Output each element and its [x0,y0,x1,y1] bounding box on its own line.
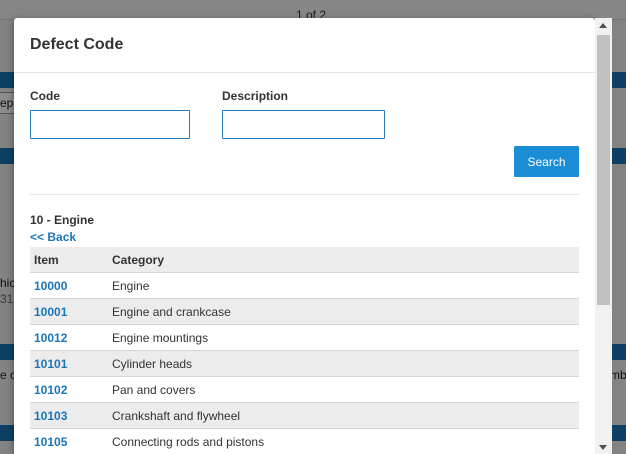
column-header-item: Item [30,247,108,273]
category-cell: Connecting rods and pistons [108,428,579,454]
table-row: 10012 Engine mountings [30,324,579,351]
description-input[interactable] [222,110,385,139]
scroll-down-arrow-icon[interactable] [599,445,607,450]
scrollbar-thumb[interactable] [597,35,610,305]
search-button[interactable]: Search [514,146,579,177]
category-cell: Engine mountings [108,324,579,351]
item-link[interactable]: 10103 [34,409,67,423]
item-link[interactable]: 10102 [34,383,67,397]
group-title: 10 - Engine [30,213,95,227]
table-row: 10105 Connecting rods and pistons [30,428,579,454]
category-cell: Crankshaft and flywheel [108,402,579,429]
table-row: 10001 Engine and crankcase [30,298,579,325]
back-link[interactable]: << Back [30,230,76,244]
modal-title: Defect Code [30,36,124,53]
code-label: Code [30,89,60,103]
scrollbar[interactable] [595,18,612,454]
item-link[interactable]: 10101 [34,357,67,371]
item-cell: 10105 [30,428,108,454]
table-row: 10103 Crankshaft and flywheel [30,402,579,429]
item-cell: 10102 [30,376,108,403]
scroll-up-arrow-icon[interactable] [599,23,607,28]
item-link[interactable]: 10012 [34,331,67,345]
table-row: 10102 Pan and covers [30,376,579,403]
item-cell: 10103 [30,402,108,429]
divider [30,194,579,195]
category-cell: Engine [108,272,579,299]
category-cell: Engine and crankcase [108,298,579,325]
defect-code-modal: Defect Code Code Description Search 10 -… [14,18,595,454]
item-cell: 10101 [30,350,108,377]
modal-header: Defect Code [14,18,595,73]
item-link[interactable]: 10000 [34,279,67,293]
item-link[interactable]: 10001 [34,305,67,319]
category-cell: Pan and covers [108,376,579,403]
column-header-category: Category [108,247,579,273]
defect-code-table: Item Category 10000 Engine 10001 Engine … [30,247,579,454]
item-cell: 10001 [30,298,108,325]
table-row: 10000 Engine [30,272,579,299]
item-cell: 10012 [30,324,108,351]
category-cell: Cylinder heads [108,350,579,377]
description-label: Description [222,89,289,103]
table-header-row: Item Category [30,247,579,273]
code-input[interactable] [30,110,190,139]
table-row: 10101 Cylinder heads [30,350,579,377]
item-cell: 10000 [30,272,108,299]
item-link[interactable]: 10105 [34,435,67,449]
